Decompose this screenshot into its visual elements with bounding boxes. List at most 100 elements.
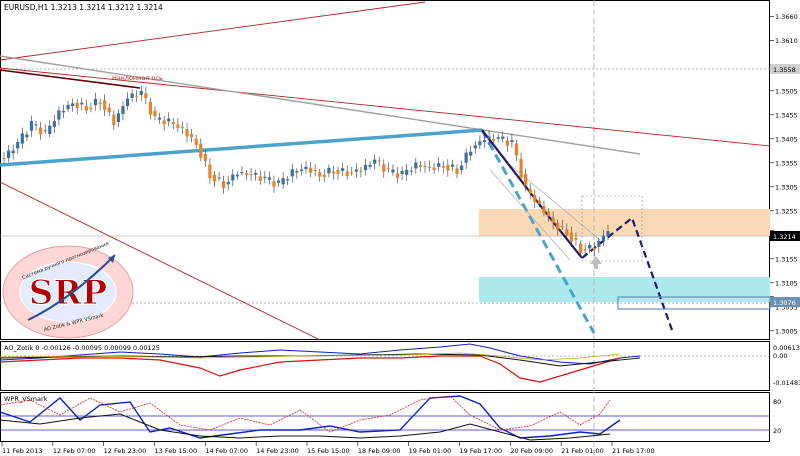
time-tick-label: 14 Feb 23:00 xyxy=(256,447,299,455)
bull-candle xyxy=(57,110,61,120)
bear-candle xyxy=(185,129,189,137)
box-price-label: 1.3076 xyxy=(773,299,796,307)
bear-candle xyxy=(514,143,519,156)
bear-candle xyxy=(144,93,148,99)
price-tick-label: 1.3355 xyxy=(775,159,798,167)
bear-candle xyxy=(244,173,249,175)
bear-candle xyxy=(382,164,386,172)
bull-candle xyxy=(43,130,47,132)
bull-candle xyxy=(281,178,285,185)
marked-price-label: 1.3558 xyxy=(773,66,796,74)
bear-candle xyxy=(208,164,212,179)
time-tick-label: 18 Feb 09:00 xyxy=(358,447,401,455)
price-tick-label: 1.3155 xyxy=(775,255,798,263)
price-tick-label: 1.3505 xyxy=(775,87,798,95)
time-tick-label: 12 Feb 23:00 xyxy=(104,447,147,455)
bear-candle xyxy=(441,166,445,168)
bull-candle xyxy=(240,171,244,173)
bull-candle xyxy=(450,164,455,167)
bull-candle xyxy=(121,106,125,114)
bear-candle xyxy=(455,168,459,174)
bear-candle xyxy=(551,217,555,224)
bear-candle xyxy=(199,143,203,158)
bull-candle xyxy=(588,245,592,249)
wpr-tick-20: 20 xyxy=(773,427,781,435)
bear-candle xyxy=(537,200,541,204)
bull-candle xyxy=(93,99,98,106)
time-tick-label: 19 Feb 01:00 xyxy=(409,447,452,455)
bull-candle xyxy=(510,140,514,142)
bear-candle xyxy=(103,100,107,110)
bear-candle xyxy=(75,102,79,108)
bull-candle xyxy=(217,177,221,179)
bull-candle xyxy=(66,104,70,110)
price-tick-label: 1.3405 xyxy=(775,135,798,143)
bull-candle xyxy=(368,164,372,167)
bear-candle xyxy=(39,127,43,135)
price-axis: 1.3660 1.3610 1.3505 1.3455 1.3405 1.3355 1.33… xyxy=(770,13,798,335)
bear-candle xyxy=(524,174,528,186)
bear-candle xyxy=(377,160,381,162)
bear-candle xyxy=(528,189,532,194)
bear-candle xyxy=(395,173,400,178)
time-tick-label: 14 Feb 07:00 xyxy=(205,447,248,455)
support-zone[interactable] xyxy=(479,277,770,302)
bull-candle xyxy=(226,181,230,185)
bull-candle xyxy=(29,120,34,131)
bull-candle xyxy=(299,169,304,171)
bull-candle xyxy=(6,150,11,158)
bull-candle xyxy=(482,140,487,142)
bear-candle xyxy=(418,165,422,167)
resistance-zone[interactable] xyxy=(479,209,770,236)
bull-candle xyxy=(459,165,464,170)
trading-chart[interactable]: Наклонная ось EURUSD,H1 1.3213 1.3214 1.… xyxy=(0,0,800,456)
bull-candle xyxy=(400,170,404,174)
bear-candle xyxy=(212,174,217,182)
bear-candle xyxy=(542,206,546,214)
bear-candle xyxy=(350,172,354,174)
wpr-panel[interactable] xyxy=(0,392,770,442)
time-tick-label: 19 Feb 17:00 xyxy=(460,447,503,455)
bull-candle xyxy=(34,124,38,126)
bear-candle xyxy=(308,167,313,173)
bull-candle xyxy=(235,174,239,177)
bull-candle xyxy=(80,102,84,105)
bull-candle xyxy=(52,121,56,127)
bull-candle xyxy=(606,231,610,236)
bear-candle xyxy=(519,158,523,178)
bear-candle xyxy=(386,168,390,170)
bear-candle xyxy=(89,107,93,109)
bear-candle xyxy=(322,174,326,178)
wpr-title: WPR_VSmark xyxy=(4,395,48,403)
bull-candle xyxy=(267,177,271,180)
bull-candle xyxy=(473,145,477,149)
price-tick-label: 1.3105 xyxy=(775,279,798,287)
bear-candle xyxy=(2,158,6,160)
bull-candle xyxy=(409,170,413,172)
bull-candle xyxy=(254,173,258,175)
ao-tick-zero: 0.00 xyxy=(773,352,787,360)
bull-candle xyxy=(139,91,143,95)
bear-candle xyxy=(492,138,496,141)
price-tick-label: 1.3305 xyxy=(775,183,798,191)
arrow-stem xyxy=(594,263,598,269)
bull-candle xyxy=(464,152,468,163)
bear-candle xyxy=(176,124,180,128)
bull-candle xyxy=(327,167,331,174)
bear-candle xyxy=(313,170,317,171)
bear-candle xyxy=(533,194,537,203)
bear-candle xyxy=(318,172,322,177)
bull-candle xyxy=(61,110,66,113)
bull-candle xyxy=(167,118,171,122)
price-tick-label: 1.3455 xyxy=(775,111,798,119)
bull-candle xyxy=(437,163,441,167)
bear-candle xyxy=(574,238,578,240)
bull-candle xyxy=(286,179,290,181)
bear-candle xyxy=(546,211,551,217)
bear-candle xyxy=(331,171,336,174)
bull-candle xyxy=(276,180,281,183)
bear-candle xyxy=(222,181,226,189)
price-tick-label: 1.3005 xyxy=(775,327,798,335)
bear-candle xyxy=(556,222,560,230)
axis-annotation: Наклонная ось xyxy=(112,74,163,82)
